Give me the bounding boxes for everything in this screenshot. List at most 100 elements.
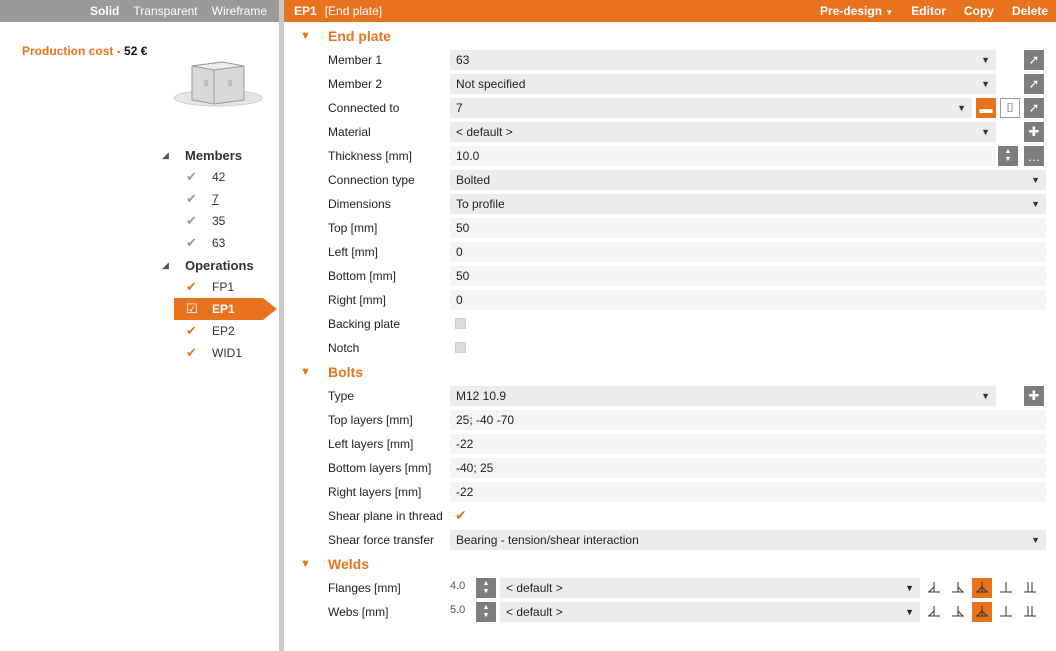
connection-type-select[interactable]: Bolted ▼ [450,170,1046,190]
weld-double-fillet-icon[interactable] [924,602,944,622]
view-transparent-button[interactable]: Transparent [133,4,197,18]
view-wireframe-button[interactable]: Wireframe [212,4,267,18]
row-webs-weld: Webs [mm] 5.0 ▲ ▼ < default > ▼ [284,600,1056,624]
left-layers-input[interactable]: -22 [450,434,1046,454]
right-layers-input[interactable]: -22 [450,482,1046,502]
field-label: Type [328,389,355,403]
bolt-type-select[interactable]: M12 10.9 ▼ [450,386,996,406]
member2-select[interactable]: Not specified ▼ [450,74,996,94]
bottom-layers-input[interactable]: -40; 25 [450,458,1046,478]
tree-item-member-7[interactable]: ✔ 7 [160,188,279,210]
connection-3d-preview[interactable] [172,58,264,110]
expand-triangle-icon[interactable]: ▼ [300,30,328,42]
weld-none-icon[interactable] [1020,602,1040,622]
member1-select[interactable]: 63 ▼ [450,50,996,70]
pick-cursor-icon[interactable]: ➚ [1024,50,1044,70]
tree-group-operations[interactable]: ◢ Operations [160,254,279,276]
pre-design-button[interactable]: Pre-design ▼ [820,4,893,18]
left-input[interactable]: 0 [450,242,1046,262]
tree-item-member-63[interactable]: ✔ 63 [160,232,279,254]
more-options-icon[interactable]: … [1024,146,1044,166]
pick-cursor-icon[interactable]: ➚ [1024,74,1044,94]
tree-item-operation-fp1[interactable]: ✔ FP1 [160,276,279,298]
operation-titlebar: EP1 [End plate] Pre-design ▼ Editor Copy… [284,0,1056,22]
delete-button[interactable]: Delete [1012,4,1048,18]
editor-button[interactable]: Editor [911,4,946,18]
row-bottom-layers: Bottom layers [mm] -40; 25 [284,456,1056,480]
weld-both-sides-icon[interactable] [972,578,992,598]
weld-single-fillet-icon[interactable] [948,602,968,622]
row-thickness: Thickness [mm] 10.0 ▲ ▼ … [284,144,1056,168]
thickness-input[interactable]: 10.0 [450,146,996,166]
pick-cursor-icon[interactable]: ➚ [1024,98,1044,118]
flange-connection-icon[interactable]: ▬ [976,98,996,118]
weld-single-fillet-icon[interactable] [948,578,968,598]
check-icon[interactable]: ✔ [186,279,212,295]
field-label: Top [mm] [328,221,378,235]
copy-button[interactable]: Copy [964,4,994,18]
expand-triangle-icon[interactable]: ▼ [300,558,328,570]
expand-triangle-icon[interactable]: ▼ [300,366,328,378]
view-solid-button[interactable]: Solid [90,4,119,18]
section-welds[interactable]: ▼ Welds [284,552,1056,576]
tree-group-label: Operations [185,257,254,273]
top-layers-input[interactable]: 25; -40 -70 [450,410,1046,430]
section-end-plate[interactable]: ▼ End plate [284,24,1056,48]
check-icon[interactable]: ✔ [186,169,212,185]
backing-plate-checkbox[interactable] [455,318,466,329]
collapse-triangle-icon[interactable]: ◢ [160,150,185,161]
field-label: Connection type [328,173,415,187]
tree-item-member-42[interactable]: ✔ 42 [160,166,279,188]
check-icon[interactable]: ☑ [186,301,212,317]
material-select[interactable]: < default > ▼ [450,122,996,142]
tree-item-label: 63 [212,236,226,250]
check-icon[interactable]: ✔ [186,213,212,229]
right-input[interactable]: 0 [450,290,1046,310]
weld-butt-icon[interactable] [996,578,1016,598]
tree-item-label: EP2 [212,324,235,338]
webs-weld-stepper[interactable]: ▲ ▼ [476,602,496,622]
check-icon[interactable]: ✔ [186,345,212,361]
flanges-weld-value: < default > [506,581,563,595]
weld-none-icon[interactable] [1020,578,1040,598]
add-icon[interactable]: ✚ [1024,386,1044,406]
section-bolts[interactable]: ▼ Bolts [284,360,1056,384]
check-icon[interactable]: ✔ [186,235,212,251]
flanges-weld-size[interactable]: 4.0 [450,580,465,592]
webs-weld-select[interactable]: < default > ▼ [500,602,920,622]
tree-item-operation-wid1[interactable]: ✔ WID1 [160,342,279,364]
weld-butt-icon[interactable] [996,602,1016,622]
row-right-layers: Right layers [mm] -22 [284,480,1056,504]
chevron-down-icon: ▼ [981,391,990,401]
weld-double-fillet-icon[interactable] [924,578,944,598]
row-left-layers: Left layers [mm] -22 [284,432,1056,456]
webs-weld-size[interactable]: 5.0 [450,604,465,616]
web-connection-icon[interactable]: ⌷ [1000,98,1020,118]
row-backing-plate: Backing plate [284,312,1056,336]
collapse-triangle-icon[interactable]: ◢ [160,260,185,271]
shear-plane-checkbox[interactable]: ✔ [455,507,467,524]
left-panel: Solid Transparent Wireframe Production c… [0,0,279,651]
production-cost-value: 52 € [124,44,148,58]
tree-group-members[interactable]: ◢ Members [160,144,279,166]
bottom-input[interactable]: 50 [450,266,1046,286]
add-icon[interactable]: ✚ [1024,122,1044,142]
field-label: Flanges [mm] [328,581,401,595]
flanges-weld-select[interactable]: < default > ▼ [500,578,920,598]
tree-item-label: FP1 [212,280,235,294]
notch-checkbox[interactable] [455,342,466,353]
connected-to-select[interactable]: 7 ▼ [450,98,972,118]
weld-both-sides-icon[interactable] [972,602,992,622]
flanges-weld-stepper[interactable]: ▲ ▼ [476,578,496,598]
thickness-stepper[interactable]: ▲ ▼ [998,146,1018,166]
shear-force-select[interactable]: Bearing - tension/shear interaction ▼ [450,530,1046,550]
tree-item-operation-ep2[interactable]: ✔ EP2 [160,320,279,342]
production-cost: Production cost - 52 € [22,44,147,58]
tree-item-member-35[interactable]: ✔ 35 [160,210,279,232]
dimensions-select[interactable]: To profile ▼ [450,194,1046,214]
top-input[interactable]: 50 [450,218,1046,238]
check-icon[interactable]: ✔ [186,191,212,207]
check-icon[interactable]: ✔ [186,323,212,339]
row-right: Right [mm] 0 [284,288,1056,312]
tree-item-operation-ep1[interactable]: ☑ EP1 [174,298,277,320]
